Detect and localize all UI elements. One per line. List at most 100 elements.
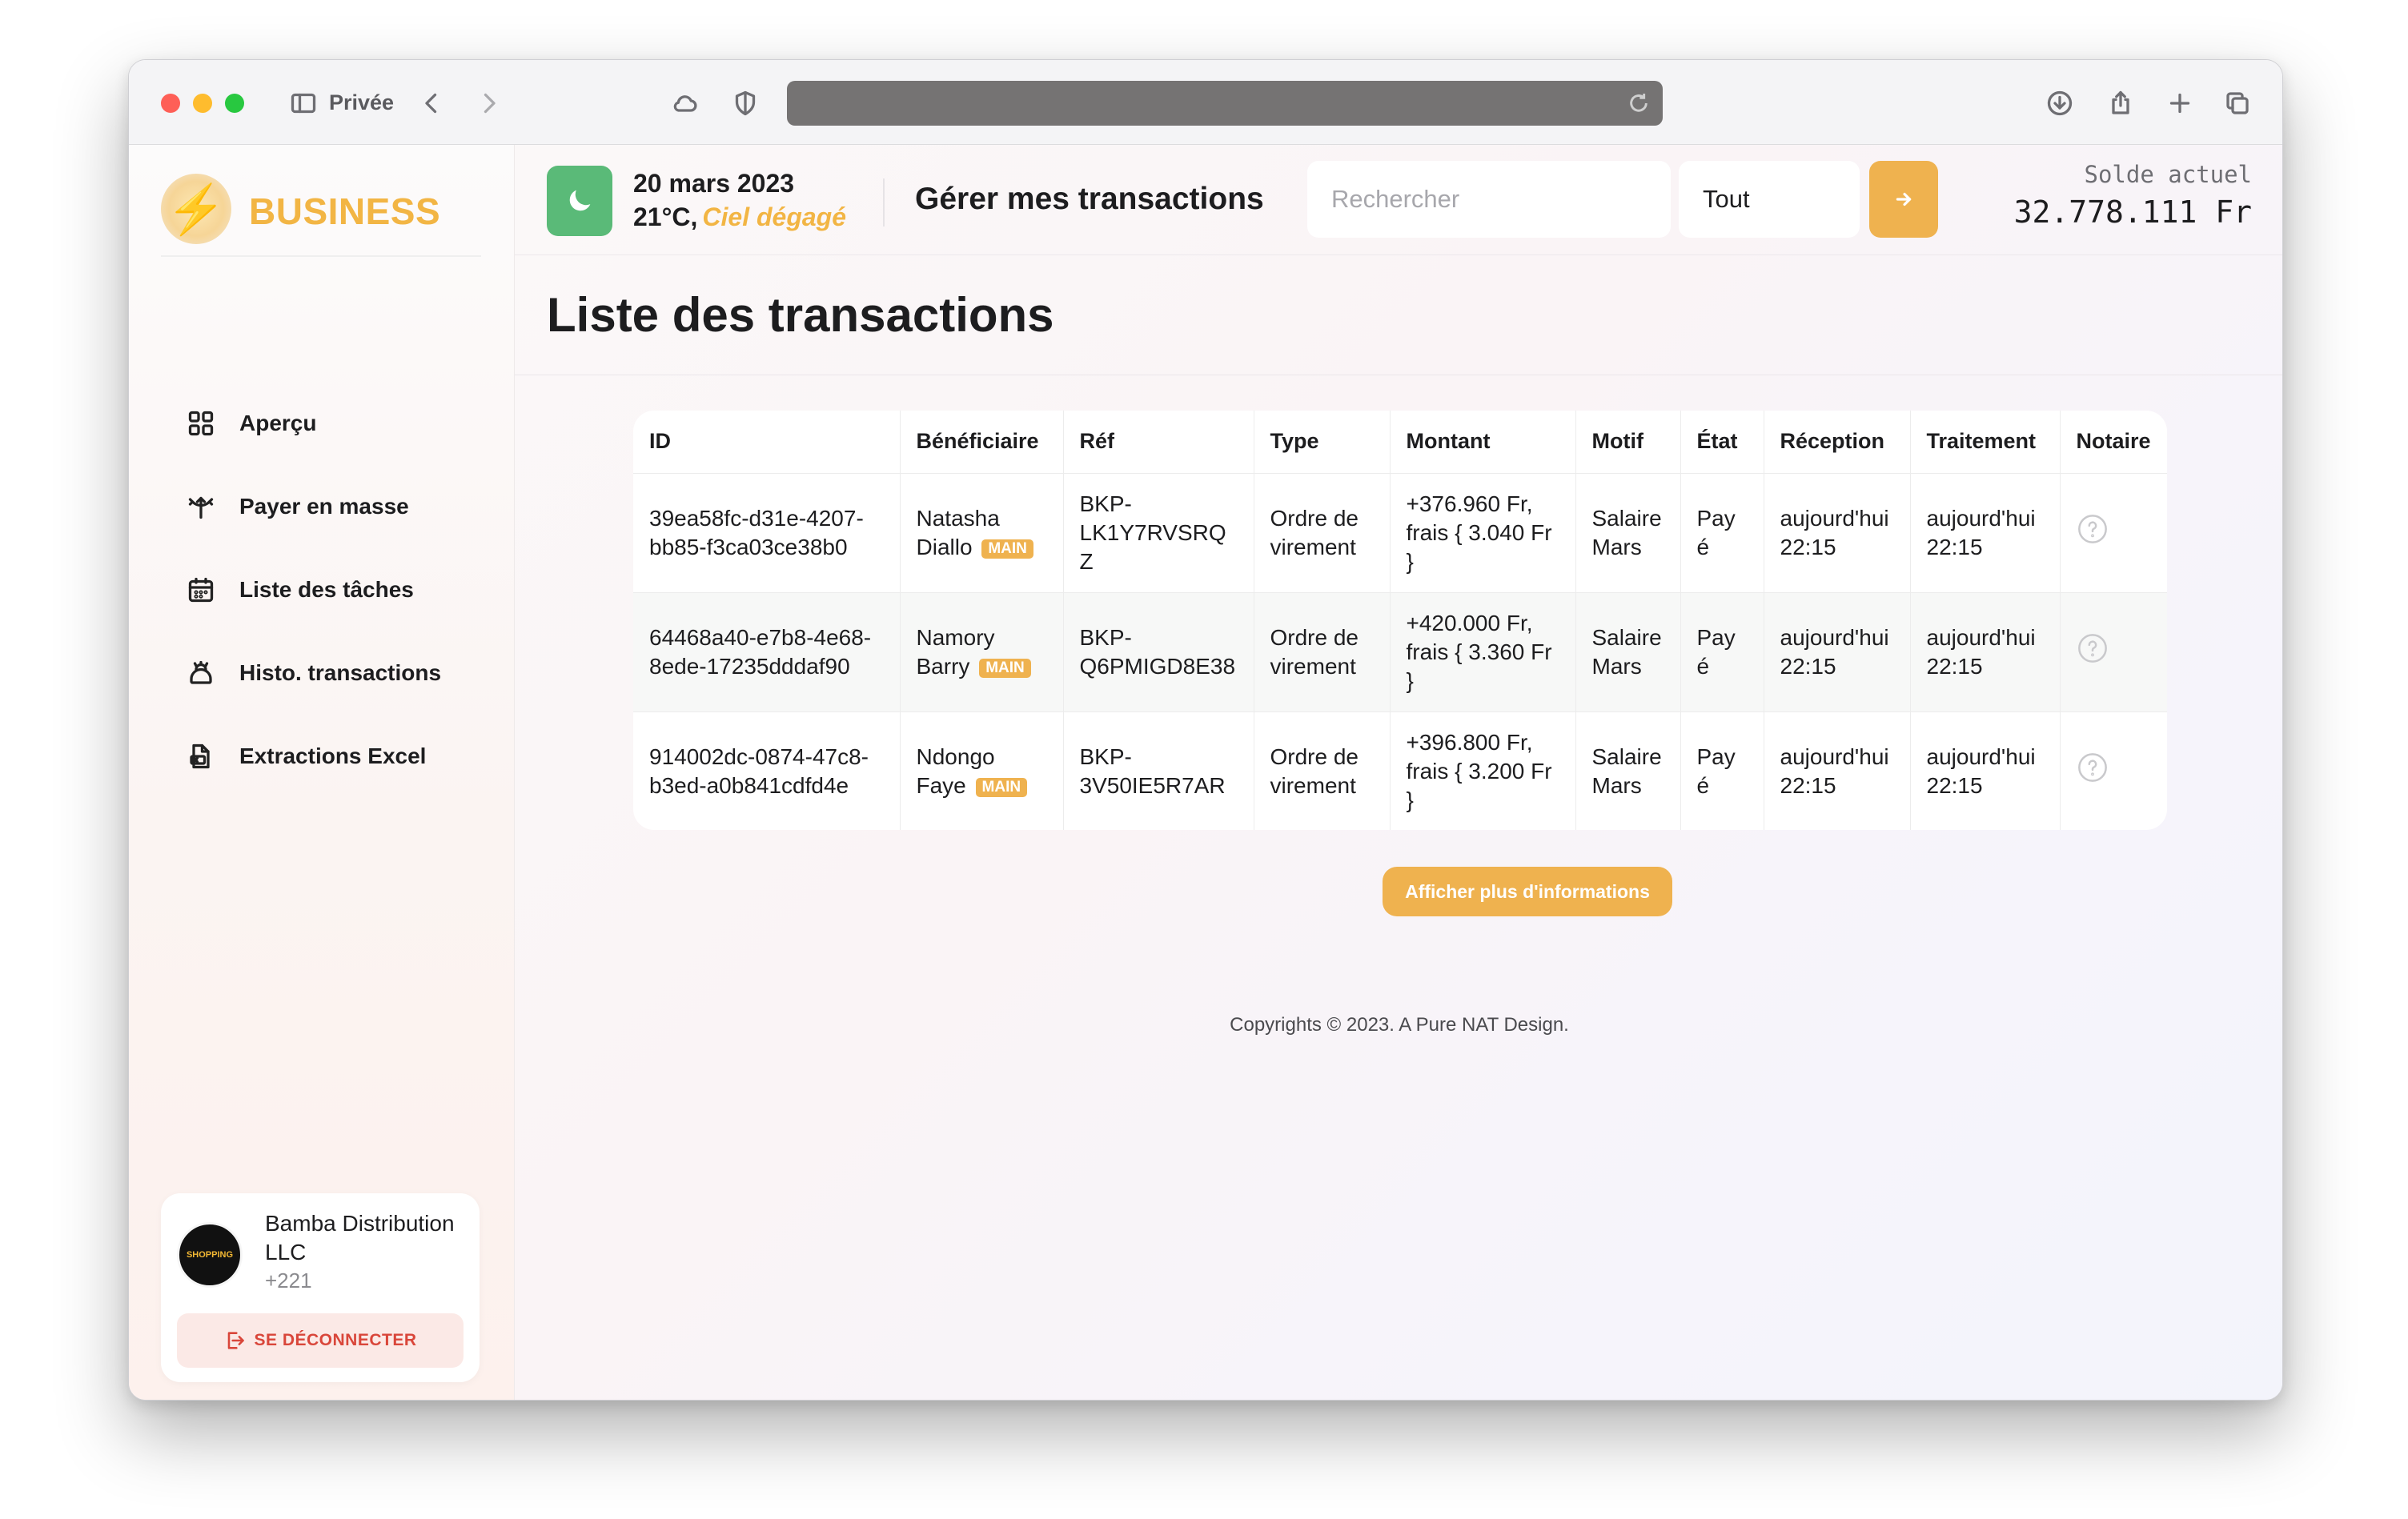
nav-item-histo-transactions[interactable]: Histo. transactions xyxy=(185,649,441,697)
sky-condition: Ciel dégagé xyxy=(702,202,846,231)
history-icon xyxy=(185,657,217,689)
tab-overview-icon[interactable] xyxy=(2220,86,2255,121)
column-header[interactable]: Notaire xyxy=(2060,411,2167,474)
filter-select[interactable]: Tout xyxy=(1679,161,1860,238)
cell-motive: Salaire Mars xyxy=(1575,473,1681,593)
forward-icon[interactable] xyxy=(472,86,507,121)
address-bar[interactable] xyxy=(787,81,1663,126)
transactions-table: ID Bénéficiaire Réf Type Montant Motif É… xyxy=(633,411,2167,830)
maximize-window-button[interactable] xyxy=(225,94,244,113)
brand[interactable]: ⚡ BUSINESS xyxy=(161,169,481,257)
top-header: 20 mars 2023 21°C, Ciel dégagé Gérer mes … xyxy=(515,145,2282,255)
main-badge: MAIN xyxy=(981,539,1033,559)
nav-item-liste-des-taches[interactable]: Liste des tâches xyxy=(185,566,414,614)
excel-file-icon xyxy=(185,740,217,772)
cell-notary xyxy=(2060,592,2167,712)
table-row[interactable]: 64468a40-e7b8-4e68-8ede-17235dddaf90 Nam… xyxy=(633,592,2167,712)
column-header[interactable]: État xyxy=(1680,411,1764,474)
app: ⚡ BUSINESS Aperçu Payer en masse Liste d… xyxy=(129,145,2282,1400)
main-badge: MAIN xyxy=(975,777,1028,797)
nav-item-label: Extractions Excel xyxy=(239,743,427,768)
column-header[interactable]: Montant xyxy=(1390,411,1576,474)
cell-processing: aujourd'hui 22:15 xyxy=(1910,473,2061,593)
balance-value: 32.778.111 Fr xyxy=(2013,194,2252,230)
help-circle-icon[interactable] xyxy=(2077,753,2109,788)
back-icon[interactable] xyxy=(414,86,449,121)
cell-reception: aujourd'hui 22:15 xyxy=(1764,711,1911,830)
calendar-icon xyxy=(185,574,217,606)
column-header[interactable]: ID xyxy=(633,411,901,474)
cell-amount: +376.960 Fr, frais { 3.040 Fr } xyxy=(1390,473,1576,593)
cell-ref: BKP-Q6PMIGD8E38 xyxy=(1063,592,1254,712)
cell-type: Ordre de virement xyxy=(1254,473,1391,593)
nav-item-label: Payer en masse xyxy=(239,494,409,519)
table-header-row: ID Bénéficiaire Réf Type Montant Motif É… xyxy=(633,411,2167,474)
column-header[interactable]: Réf xyxy=(1063,411,1254,474)
minimize-window-button[interactable] xyxy=(193,94,212,113)
private-browsing-label: Privée xyxy=(329,90,395,114)
sidebar-toggle-icon[interactable] xyxy=(286,86,321,121)
cell-beneficiary: Ndongo Faye MAIN xyxy=(900,711,1064,830)
page-title: Liste des transactions xyxy=(547,288,1054,342)
search-input[interactable] xyxy=(1307,161,1671,238)
cell-notary xyxy=(2060,711,2167,830)
nav-item-label: Liste des tâches xyxy=(239,577,414,602)
nav-item-apercu[interactable]: Aperçu xyxy=(185,399,316,447)
cell-beneficiary: Namory Barry MAIN xyxy=(900,592,1064,712)
lightning-logo-icon: ⚡ xyxy=(161,174,231,244)
browser-toolbar: Privée xyxy=(129,60,2282,145)
cell-processing: aujourd'hui 22:15 xyxy=(1910,592,2061,712)
browser-window: Privée ⚡ BUSINESS Aperçu Payer en masse … xyxy=(128,59,2283,1401)
cell-reception: aujourd'hui 22:15 xyxy=(1764,592,1911,712)
icloud-icon[interactable] xyxy=(667,86,702,121)
moon-icon xyxy=(547,166,612,236)
downloads-icon[interactable] xyxy=(2042,86,2077,121)
logout-icon xyxy=(228,1332,245,1349)
cell-motive: Salaire Mars xyxy=(1575,592,1681,712)
reload-icon[interactable] xyxy=(1626,90,1651,116)
page-heading: Liste des transactions xyxy=(515,255,2282,375)
cell-amount: +420.000 Fr, frais { 3.360 Fr } xyxy=(1390,592,1576,712)
cell-state: Payé xyxy=(1680,592,1764,712)
help-circle-icon[interactable] xyxy=(2077,515,2109,550)
search-submit-button[interactable] xyxy=(1869,161,1938,238)
nav-item-extractions-excel[interactable]: Extractions Excel xyxy=(185,732,426,780)
user-phone: +221 xyxy=(265,1269,312,1293)
share-icon[interactable] xyxy=(2103,86,2138,121)
brand-name: BUSINESS xyxy=(249,190,441,232)
help-circle-icon[interactable] xyxy=(2077,634,2109,669)
nav-item-label: Aperçu xyxy=(239,411,317,435)
cell-id: 64468a40-e7b8-4e68-8ede-17235dddaf90 xyxy=(633,592,901,712)
column-header[interactable]: Motif xyxy=(1575,411,1681,474)
user-card: SHOPPING Bamba Distribution LLC +221 SE … xyxy=(161,1193,480,1382)
cell-type: Ordre de virement xyxy=(1254,711,1391,830)
divider xyxy=(883,178,885,226)
column-header[interactable]: Réception xyxy=(1764,411,1911,474)
column-header[interactable]: Traitement xyxy=(1910,411,2061,474)
logout-button[interactable]: SE DÉCONNECTER xyxy=(177,1313,464,1368)
privacy-shield-icon[interactable] xyxy=(728,86,763,121)
cell-id: 914002dc-0874-47c8-b3ed-a0b841cdfd4e xyxy=(633,711,901,830)
main-badge: MAIN xyxy=(979,658,1031,678)
cell-notary xyxy=(2060,473,2167,593)
current-date: 20 mars 2023 xyxy=(633,169,795,198)
avatar: SHOPPING xyxy=(177,1222,243,1288)
column-header[interactable]: Type xyxy=(1254,411,1391,474)
cell-reception: aujourd'hui 22:15 xyxy=(1764,473,1911,593)
arrow-right-icon xyxy=(1896,192,1912,206)
new-tab-icon[interactable] xyxy=(2162,86,2197,121)
user-name: Bamba Distribution LLC xyxy=(265,1211,455,1264)
nav-item-label: Histo. transactions xyxy=(239,660,442,685)
table-row[interactable]: 914002dc-0874-47c8-b3ed-a0b841cdfd4e Ndo… xyxy=(633,711,2167,830)
balance-label: Solde actuel xyxy=(2084,161,2252,188)
sidebar: ⚡ BUSINESS Aperçu Payer en masse Liste d… xyxy=(129,145,515,1400)
nav-item-payer-en-masse[interactable]: Payer en masse xyxy=(185,483,409,531)
table-row[interactable]: 39ea58fc-d31e-4207-bb85-f3ca03ce38b0 Nat… xyxy=(633,473,2167,593)
cell-state: Payé xyxy=(1680,473,1764,593)
column-header[interactable]: Bénéficiaire xyxy=(900,411,1064,474)
show-more-button[interactable]: Afficher plus d'informations xyxy=(1383,867,1672,916)
bulk-transfer-icon xyxy=(185,491,217,523)
cell-amount: +396.800 Fr, frais { 3.200 Fr } xyxy=(1390,711,1576,830)
cell-id: 39ea58fc-d31e-4207-bb85-f3ca03ce38b0 xyxy=(633,473,901,593)
close-window-button[interactable] xyxy=(161,94,180,113)
